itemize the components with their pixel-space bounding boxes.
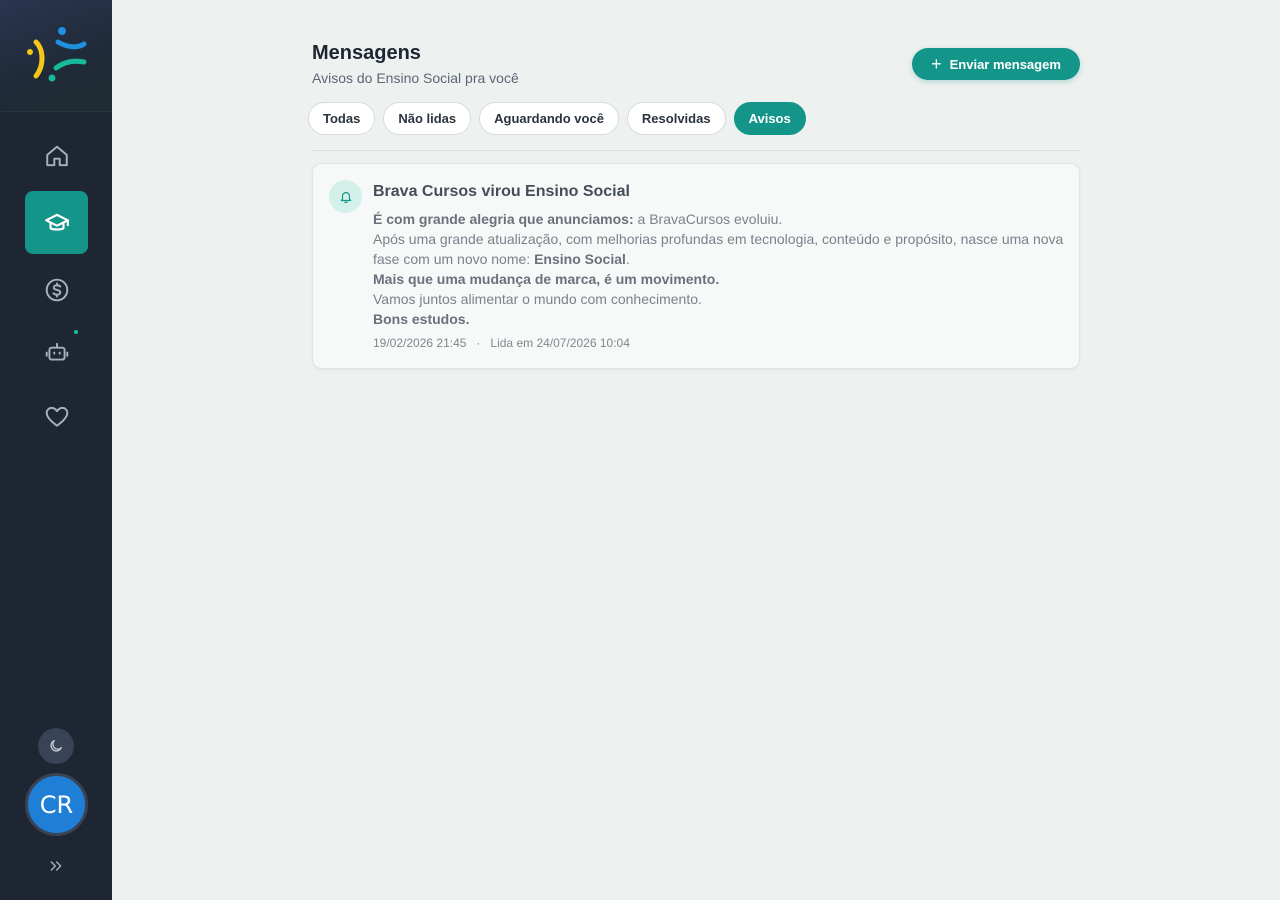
tab-resolved[interactable]: Resolvidas xyxy=(626,102,726,135)
nav-home[interactable] xyxy=(25,124,88,187)
graduation-cap-icon xyxy=(44,213,69,231)
dollar-icon xyxy=(45,278,68,301)
message-line2-end: . xyxy=(625,251,630,267)
plus-icon: + xyxy=(931,54,942,74)
send-message-label: Enviar mensagem xyxy=(949,56,1061,72)
send-message-button[interactable]: + Enviar mensagem xyxy=(912,48,1080,80)
avatar-initials: CR xyxy=(39,790,74,819)
nav-favorites[interactable] xyxy=(25,385,88,448)
expand-sidebar-button[interactable] xyxy=(44,854,68,878)
message-line4-text: Vamos juntos alimentar o mundo com conhe… xyxy=(373,291,702,307)
message-icon xyxy=(329,180,362,213)
home-icon xyxy=(45,145,68,166)
nav-assistant[interactable] xyxy=(25,320,88,383)
message-body: É com grande alegria que anunciamos: a B… xyxy=(373,209,1065,329)
nav-courses[interactable] xyxy=(25,191,88,254)
tab-all[interactable]: Todas xyxy=(308,102,376,135)
message-line1-bold: É com grande alegria que anunciamos: xyxy=(373,211,634,227)
message-date: 19/02/2026 21:45 xyxy=(373,336,467,350)
page-title: Mensagens xyxy=(312,42,421,64)
tab-notices[interactable]: Avisos xyxy=(733,102,806,135)
nav-finance[interactable] xyxy=(25,258,88,321)
tab-awaiting[interactable]: Aguardando você xyxy=(479,102,619,135)
heart-icon xyxy=(45,406,68,427)
message-read-at: Lida em 24/07/2026 10:04 xyxy=(490,336,630,350)
message-line2-bold: Ensino Social xyxy=(534,251,626,267)
message-title: Brava Cursos virou Ensino Social xyxy=(373,183,630,200)
chevrons-right-icon xyxy=(50,861,62,871)
message-card[interactable]: Brava Cursos virou Ensino Social É com g… xyxy=(312,163,1080,369)
message-meta: 19/02/2026 21:45 · Lida em 24/07/2026 10… xyxy=(373,336,630,350)
page-subtitle: Avisos do Ensino Social pra você xyxy=(312,70,519,86)
sidebar: CR xyxy=(0,0,112,900)
filter-tabs: Todas Não lidas Aguardando você Resolvid… xyxy=(308,102,806,135)
message-line1-text: a BravaCursos evoluiu. xyxy=(633,211,783,227)
notification-dot xyxy=(74,330,78,334)
message-line3-bold: Mais que uma mudança de marca, é um movi… xyxy=(373,271,720,287)
message-line2-text: Após uma grande atualização, com melhori… xyxy=(373,231,1064,267)
theme-toggle-button[interactable] xyxy=(38,728,74,764)
divider xyxy=(312,150,1080,151)
meta-separator: · xyxy=(476,336,481,350)
message-line5-bold: Bons estudos. xyxy=(373,311,470,327)
moon-icon xyxy=(50,740,62,752)
tab-unread[interactable]: Não lidas xyxy=(383,102,472,135)
logo-area xyxy=(0,0,112,112)
robot-icon xyxy=(45,342,68,361)
avatar[interactable]: CR xyxy=(25,773,88,836)
brand-logo[interactable] xyxy=(22,24,90,88)
bell-icon xyxy=(340,191,351,203)
